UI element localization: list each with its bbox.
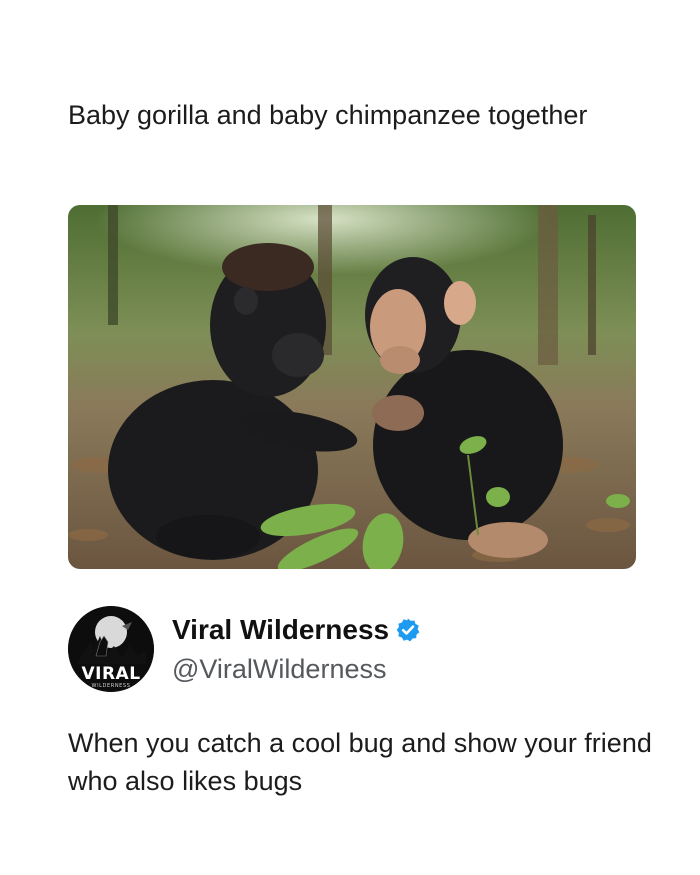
name-row: Viral Wilderness xyxy=(172,614,421,646)
gorilla-chimpanzee-image xyxy=(68,205,636,569)
verified-badge-icon xyxy=(396,618,420,642)
display-name[interactable]: Viral Wilderness xyxy=(172,614,389,646)
post-photo[interactable] xyxy=(68,205,636,569)
user-handle[interactable]: @ViralWilderness xyxy=(172,654,386,685)
avatar-subtext: WILDERNESS xyxy=(91,683,131,689)
author-header: VIRAL WILDERNESS Viral Wilderness @Viral… xyxy=(68,606,628,696)
post-text: When you catch a cool bug and show your … xyxy=(68,728,652,796)
avatar-text: VIRAL xyxy=(81,664,141,684)
avatar[interactable]: VIRAL WILDERNESS xyxy=(68,606,154,692)
caption-text: Baby gorilla and baby chimpanzee togethe… xyxy=(68,100,588,130)
